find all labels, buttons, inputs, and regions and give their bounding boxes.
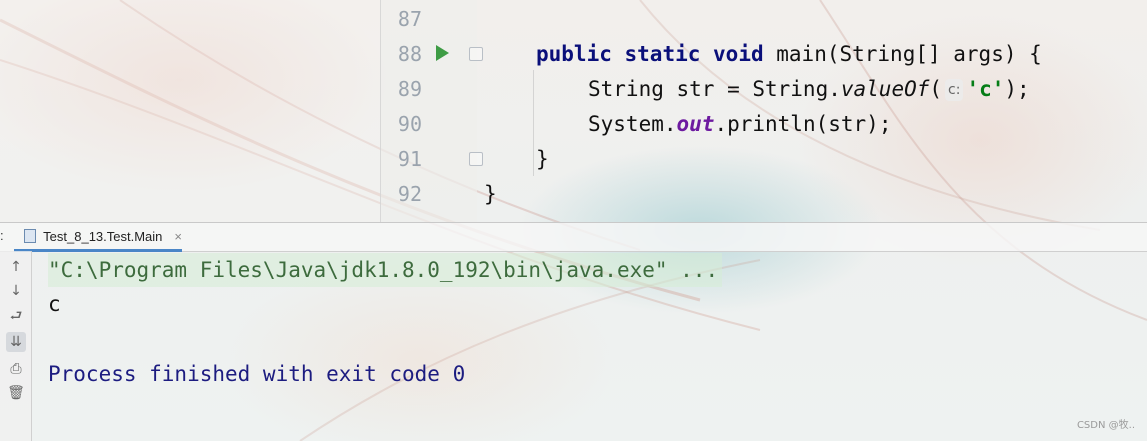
code-text: ); xyxy=(1004,77,1030,101)
code-editor[interactable]: 87 88 89 90 91 92 public static void mai… xyxy=(0,0,1147,222)
fold-icon[interactable] xyxy=(469,152,483,166)
keyword: public xyxy=(536,42,612,66)
keyword: static xyxy=(624,42,701,66)
code-text: .println(str); xyxy=(714,112,892,136)
run-config-tab[interactable]: Test_8_13.Test.Main × xyxy=(14,223,182,252)
program-output: c xyxy=(48,292,61,316)
code-line-88[interactable]: public static void main(String[] args) { xyxy=(536,37,1042,72)
code-text: ( xyxy=(929,77,943,101)
soft-wrap-icon[interactable]: ⮐ xyxy=(6,307,26,327)
trash-icon[interactable]: 🗑 xyxy=(6,383,26,403)
print-icon[interactable]: ⎙ xyxy=(6,359,26,379)
console-toolbar: ↑ ↓ ⮐ ⇊ ⎙ 🗑 xyxy=(0,251,32,441)
code-line-89[interactable]: String str = String.valueOf(c:'c'); xyxy=(588,72,1030,107)
code-line-92[interactable]: } xyxy=(484,177,497,212)
code-text: String str = String. xyxy=(588,77,841,101)
command-line: "C:\Program Files\Java\jdk1.8.0_192\bin\… xyxy=(48,253,723,287)
run-gutter-icon[interactable] xyxy=(436,45,449,61)
keyword: void xyxy=(713,42,764,66)
line-number: 92 xyxy=(397,182,422,206)
editor-left-area xyxy=(0,0,380,222)
code-line-91[interactable]: } xyxy=(536,142,549,177)
method-name: valueOf xyxy=(840,77,930,101)
code-text: main(String[] args) { xyxy=(776,42,1042,66)
tab-prefix: : xyxy=(0,228,4,243)
static-field: out xyxy=(676,112,715,136)
closing-brace: } xyxy=(484,182,497,206)
exit-message: Process finished with exit code 0 xyxy=(48,362,466,386)
indent-guide xyxy=(533,70,534,176)
fold-icon[interactable] xyxy=(469,47,483,61)
line-number: 87 xyxy=(397,7,422,31)
char-literal: 'c' xyxy=(966,77,1005,101)
code-text: System. xyxy=(588,112,677,136)
code-line-90[interactable]: System.out.println(str); xyxy=(588,107,891,142)
watermark: CSDN @牧.. xyxy=(1076,420,1135,431)
arrow-up-icon[interactable]: ↑ xyxy=(6,257,26,277)
line-number: 89 xyxy=(397,77,422,101)
run-tab-bar: : Test_8_13.Test.Main × xyxy=(0,222,1147,252)
tab-label: Test_8_13.Test.Main xyxy=(43,228,163,244)
close-icon[interactable]: × xyxy=(174,229,182,244)
parameter-hint: c: xyxy=(945,79,964,101)
console-output[interactable]: "C:\Program Files\Java\jdk1.8.0_192\bin\… xyxy=(32,251,1147,441)
closing-brace: } xyxy=(536,147,549,171)
run-config-icon xyxy=(24,229,37,243)
line-number: 90 xyxy=(397,112,422,136)
scroll-to-end-icon[interactable]: ⇊ xyxy=(6,332,26,352)
line-number: 88 xyxy=(397,42,422,66)
line-number: 91 xyxy=(397,147,422,171)
arrow-down-icon[interactable]: ↓ xyxy=(6,281,26,301)
